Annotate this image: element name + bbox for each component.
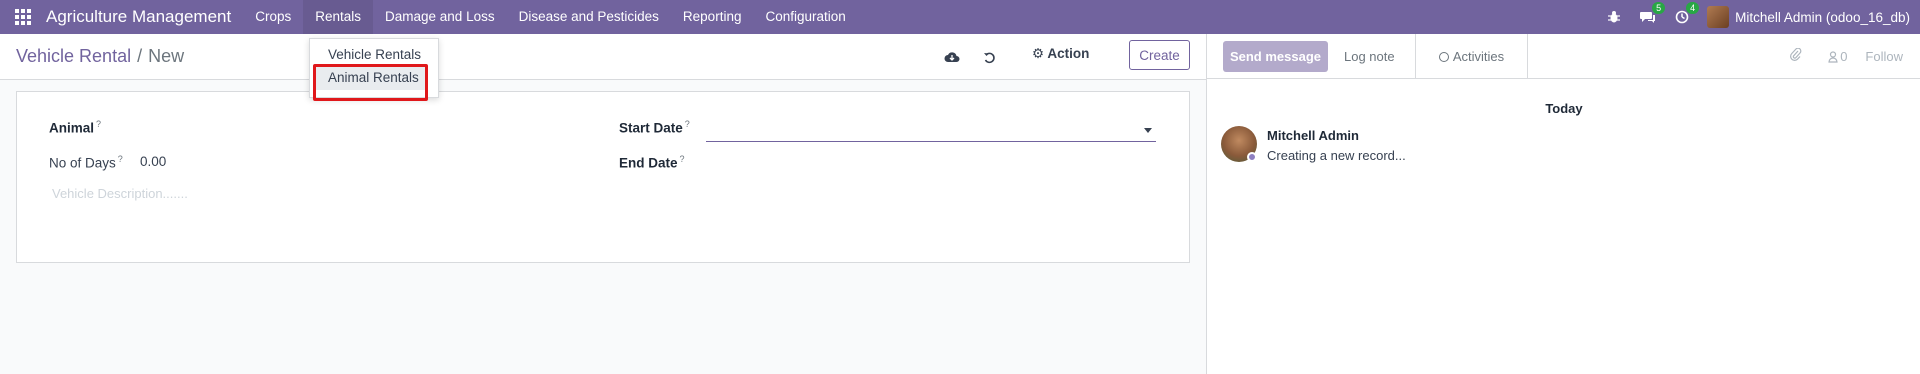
end-date-label: End Date? <box>619 154 685 171</box>
follow-button[interactable]: Follow <box>1865 49 1903 64</box>
animal-field-label: Animal? <box>49 119 102 136</box>
user-icon <box>1828 50 1838 63</box>
gear-icon: ⚙ <box>1032 46 1045 61</box>
followers-count: 0 <box>1840 49 1848 64</box>
vehicle-description-input[interactable]: Vehicle Description....... <box>52 186 188 201</box>
menu-item-vehicle-rentals[interactable]: Vehicle Rentals <box>328 47 421 62</box>
messages-badge: 5 <box>1652 2 1666 14</box>
discard-undo-icon[interactable] <box>980 48 998 66</box>
start-date-label: Start Date? <box>619 119 690 136</box>
breadcrumb-parent[interactable]: Vehicle Rental <box>16 46 131 66</box>
chevron-down-icon <box>1144 128 1152 133</box>
top-navbar: Agriculture Management Crops Rentals Dam… <box>0 0 1920 34</box>
help-tooltip-icon[interactable]: ? <box>680 154 685 164</box>
activities-button[interactable]: Activities <box>1415 34 1528 79</box>
chatter-topbar: Send message Log note Activities 0 Follo… <box>1207 34 1920 79</box>
apps-menu-icon[interactable] <box>0 0 46 34</box>
days-field-value[interactable]: 0.00 <box>140 154 166 169</box>
log-note-button[interactable]: Log note <box>1344 49 1395 64</box>
debug-bug-icon[interactable] <box>1597 0 1631 34</box>
online-status-icon <box>1247 152 1257 162</box>
control-panel: Vehicle Rental / New ⚙ Action Create <box>0 34 1206 80</box>
date-separator: Today <box>1545 101 1583 116</box>
message-author[interactable]: Mitchell Admin <box>1267 128 1359 143</box>
breadcrumb-separator: / <box>137 46 143 66</box>
menu-crops[interactable]: Crops <box>243 0 303 34</box>
menu-configuration[interactable]: Configuration <box>753 0 857 34</box>
help-tooltip-icon[interactable]: ? <box>685 119 690 129</box>
help-tooltip-icon[interactable]: ? <box>118 154 123 164</box>
menu-reporting[interactable]: Reporting <box>671 0 754 34</box>
save-cloud-icon[interactable] <box>943 48 961 66</box>
paperclip-icon[interactable] <box>1790 47 1802 65</box>
chatter-actions: 0 Follow <box>1790 47 1903 65</box>
user-avatar <box>1707 6 1730 28</box>
user-name: Mitchell Admin (odoo_16_db) <box>1735 9 1910 25</box>
messages-icon[interactable]: 5 <box>1631 0 1666 34</box>
breadcrumb: Vehicle Rental / New <box>16 46 184 67</box>
days-field-label: No of Days? <box>49 154 123 171</box>
menu-damage-and-loss[interactable]: Damage and Loss <box>373 0 507 34</box>
action-label: Action <box>1047 46 1090 61</box>
send-message-button[interactable]: Send message <box>1223 41 1328 72</box>
create-button[interactable]: Create <box>1129 40 1190 70</box>
app-brand[interactable]: Agriculture Management <box>46 7 231 27</box>
message-body: Creating a new record... <box>1267 148 1406 163</box>
menu-disease-and-pesticides[interactable]: Disease and Pesticides <box>507 0 671 34</box>
clock-icon <box>1438 51 1449 62</box>
help-tooltip-icon[interactable]: ? <box>96 119 101 129</box>
activities-label: Activities <box>1452 49 1505 64</box>
chatter-panel: Send message Log note Activities 0 Follo… <box>1206 34 1920 374</box>
breadcrumb-current: New <box>148 46 185 66</box>
highlight-box <box>313 64 428 101</box>
start-date-input[interactable] <box>706 118 1156 142</box>
followers-button[interactable]: 0 <box>1828 49 1847 64</box>
activities-badge: 4 <box>1686 2 1700 14</box>
action-button[interactable]: ⚙ Action <box>1032 46 1089 62</box>
user-menu[interactable]: Mitchell Admin (odoo_16_db) <box>1699 6 1920 28</box>
activities-clock-icon[interactable]: 4 <box>1665 0 1700 34</box>
form-sheet <box>16 91 1190 263</box>
menu-rentals[interactable]: Rentals <box>303 0 374 34</box>
